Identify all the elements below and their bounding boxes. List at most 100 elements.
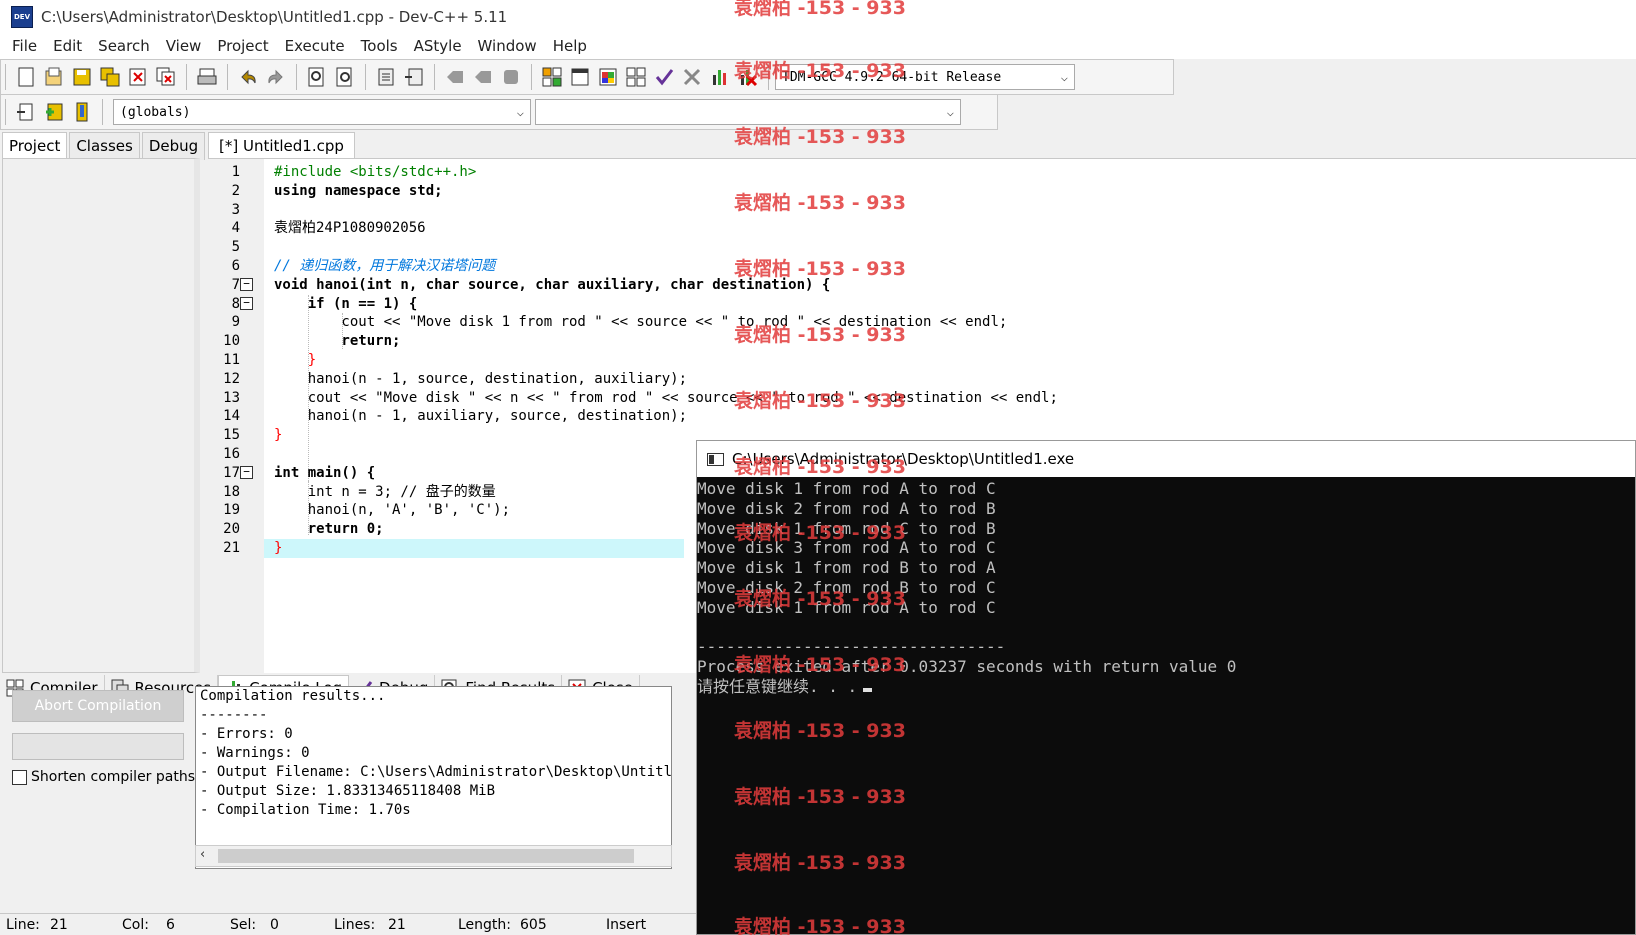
function-select[interactable]: ⌵: [535, 99, 961, 125]
menu-project[interactable]: Project: [209, 37, 276, 55]
project-browser[interactable]: [2, 158, 200, 673]
status-lines-label: Lines:: [334, 917, 376, 933]
tab-project[interactable]: Project: [2, 132, 68, 160]
line-number: 7: [231, 276, 240, 293]
fold-toggle-icon[interactable]: −: [240, 465, 253, 479]
menu-tools[interactable]: Tools: [353, 37, 406, 55]
menu-edit[interactable]: Edit: [45, 37, 90, 55]
close-all-button[interactable]: [154, 65, 178, 89]
toolbar-separator: [102, 99, 103, 125]
bookmark-next-button[interactable]: [471, 65, 495, 89]
console-prompt-line: 请按任意键继续. . .: [697, 677, 1635, 697]
console-window[interactable]: C:\Users\Administrator\Desktop\Untitled1…: [696, 440, 1636, 935]
add-to-project-button[interactable]: [42, 100, 66, 124]
undo-button[interactable]: [236, 65, 260, 89]
open-icon: [45, 67, 62, 86]
status-col-label: Col:: [122, 917, 149, 933]
tab-classes[interactable]: Classes: [69, 132, 140, 160]
code-text: hanoi(n - 1, auxiliary, source, destinat…: [274, 408, 688, 425]
rebuild-all-button[interactable]: [624, 65, 648, 89]
run-button[interactable]: [568, 65, 592, 89]
toolbar-separator: [365, 64, 366, 90]
tab-untitled1-cpp[interactable]: [*] Untitled1.cpp: [208, 132, 355, 160]
code-line: 4 袁熠柏24P1080902056: [232, 219, 1636, 238]
shorten-paths-option[interactable]: Shorten compiler paths: [12, 769, 195, 785]
code-text: 袁熠柏24P1080902056: [274, 220, 426, 237]
code-text: hanoi(n, 'A', 'B', 'C');: [274, 502, 511, 519]
profile-button[interactable]: [708, 65, 732, 89]
replace-button[interactable]: [333, 65, 357, 89]
goto-line-button[interactable]: [499, 65, 523, 89]
abort-compilation-button[interactable]: Abort Compilation: [12, 690, 184, 722]
status-line-label: Line:: [6, 917, 40, 933]
run-icon: [571, 68, 589, 86]
menu-view[interactable]: View: [158, 37, 210, 55]
menu-execute[interactable]: Execute: [277, 37, 353, 55]
menu-astyle[interactable]: AStyle: [406, 37, 470, 55]
line-number: 3: [231, 201, 240, 218]
scroll-left-icon[interactable]: ‹: [200, 847, 205, 862]
tab-debug[interactable]: Debug: [141, 132, 206, 160]
toolbar-separator: [227, 64, 228, 90]
redo-icon: [268, 69, 283, 85]
syntax-check-button[interactable]: [652, 65, 676, 89]
insert-button[interactable]: [14, 100, 38, 124]
indent-button[interactable]: [374, 65, 398, 89]
chevron-down-icon: ⌵: [946, 105, 954, 119]
code-text: }: [274, 427, 283, 444]
add-icon: [46, 103, 63, 121]
checkmark-icon: [655, 69, 674, 86]
scope-select[interactable]: (globals) ⌵: [113, 99, 531, 125]
line-number: 12: [223, 370, 240, 387]
code-line: 3: [232, 201, 1636, 220]
class-toolbar: (globals) ⌵ ⌵: [0, 94, 998, 130]
log-line: - Output Size: 1.83313465118408 MiB: [200, 783, 496, 799]
bookmark-prev-button[interactable]: [443, 65, 467, 89]
console-title-bar[interactable]: C:\Users\Administrator\Desktop\Untitled1…: [697, 441, 1635, 477]
delete-profile-button[interactable]: [736, 65, 760, 89]
toolbar-separator: [5, 64, 6, 90]
compile-log-output[interactable]: Compilation results... -------- - Errors…: [195, 686, 672, 869]
bookmark-next-icon: [475, 71, 491, 83]
status-col-value: 6: [166, 917, 175, 933]
scrollbar-thumb[interactable]: [218, 849, 634, 863]
line-number: 8: [231, 295, 240, 312]
redo-button[interactable]: [264, 65, 288, 89]
main-toolbar: TDM-GCC 4.9.2 64-bit Release ⌵: [0, 59, 1174, 95]
menu-search[interactable]: Search: [90, 37, 158, 55]
code-line: 11 }: [223, 351, 1636, 370]
menu-help[interactable]: Help: [545, 37, 595, 55]
line-number: 18: [223, 483, 240, 500]
project-options-button[interactable]: [70, 100, 94, 124]
debug-button[interactable]: [680, 65, 704, 89]
current-code-line: 21}: [223, 538, 684, 558]
fold-toggle-icon[interactable]: −: [240, 277, 253, 291]
goto-line-icon: [504, 70, 518, 84]
menu-window[interactable]: Window: [470, 37, 545, 55]
save-button[interactable]: [70, 65, 94, 89]
new-file-button[interactable]: [14, 65, 38, 89]
status-sel-label: Sel:: [230, 917, 257, 933]
code-text: #include <bits/stdc++.h>: [274, 164, 477, 180]
console-line: Move disk 1 from rod A to rod C: [697, 597, 996, 617]
unindent-button[interactable]: [402, 65, 426, 89]
log-horizontal-scrollbar[interactable]: ‹: [195, 845, 672, 867]
open-button[interactable]: [42, 65, 66, 89]
compile-run-button[interactable]: [596, 65, 620, 89]
console-line: Move disk 2 from rod B to rod C: [697, 577, 996, 597]
code-text: int main() {: [274, 464, 376, 481]
fold-toggle-icon[interactable]: −: [240, 296, 253, 310]
save-all-button[interactable]: [98, 65, 122, 89]
code-text: }: [274, 539, 283, 556]
shorten-paths-checkbox[interactable]: [12, 769, 27, 785]
find-button[interactable]: [305, 65, 329, 89]
print-button[interactable]: [195, 65, 219, 89]
compile-icon: [542, 67, 562, 87]
close-file-button[interactable]: [126, 65, 150, 89]
compile-button[interactable]: [540, 65, 564, 89]
compiler-select[interactable]: TDM-GCC 4.9.2 64-bit Release ⌵: [775, 64, 1075, 90]
replace-icon: [336, 67, 352, 87]
menu-file[interactable]: File: [4, 37, 45, 55]
